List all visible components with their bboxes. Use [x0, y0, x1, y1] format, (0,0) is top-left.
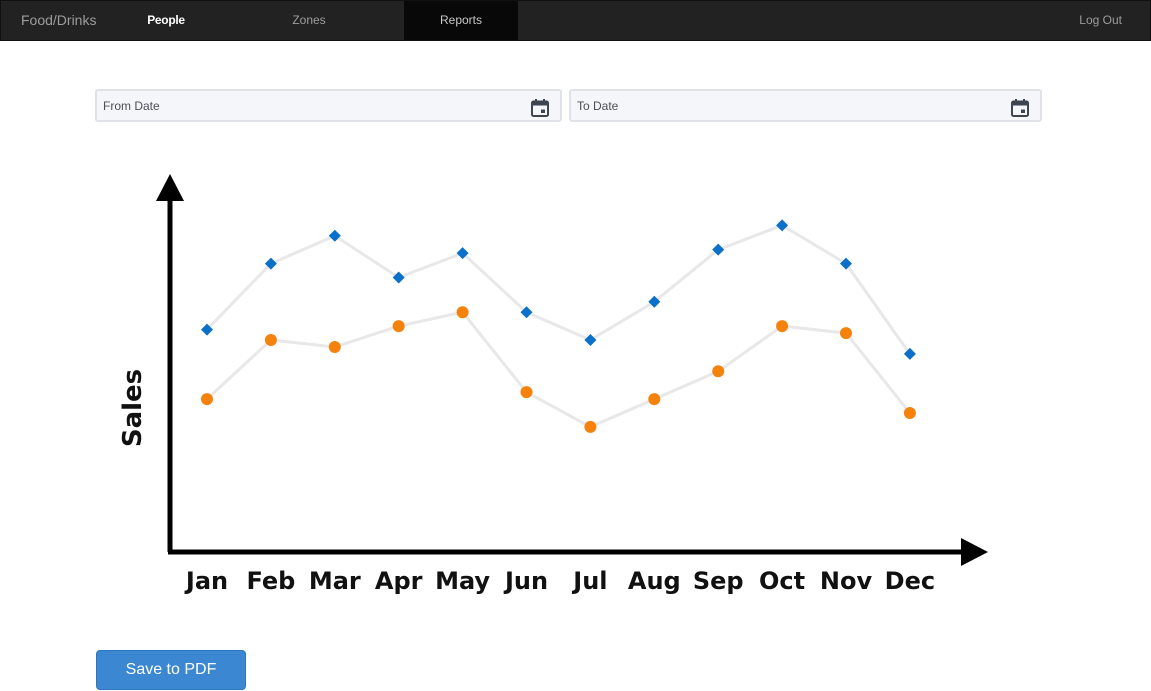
series-2-point-dec — [903, 407, 916, 419]
x-tick-label-feb: Feb — [246, 567, 295, 595]
series-2-line — [205, 310, 912, 429]
x-axis-arrow — [961, 538, 988, 566]
series-2-point-jan — [201, 393, 213, 406]
series-2-point-mar — [328, 340, 341, 353]
x-tick-label-jun: Jun — [503, 567, 548, 595]
series-2-point-aug — [648, 393, 661, 406]
x-tick-label-jan: Jan — [184, 567, 228, 595]
series-2-point-oct — [776, 320, 789, 333]
series-2-point-nov — [840, 327, 852, 340]
x-tick-label-may: May — [435, 567, 490, 595]
series-2-point-jul — [584, 420, 597, 433]
series-2-point-sep — [712, 365, 725, 378]
series-2-point-may — [456, 306, 469, 319]
x-tick-label-mar: Mar — [309, 567, 361, 595]
x-tick-label-nov: Nov — [820, 567, 873, 595]
y-axis-title: Sales — [118, 369, 148, 447]
series-2-point-apr — [392, 320, 405, 333]
x-tick-label-sep: Sep — [693, 567, 744, 595]
series-2-point-feb — [264, 334, 277, 347]
x-tick-label-dec: Dec — [885, 567, 935, 595]
sales-line-chart: Sales Jan Feb Mar Apr May Jun Jul Aug Sep Oct Nov D… — [118, 174, 988, 595]
x-tick-label-aug: Aug — [628, 567, 681, 595]
x-tick-label-jul: Jul — [571, 567, 607, 595]
save-to-pdf-button[interactable]: Save to PDF — [96, 650, 246, 690]
y-axis-arrow — [156, 174, 184, 201]
x-tick-label-oct: Oct — [759, 567, 805, 595]
series-1-line — [205, 223, 912, 355]
chart-axes: Sales — [118, 174, 988, 566]
series-2-point-jun — [520, 386, 533, 399]
x-tick-label-apr: Apr — [375, 567, 423, 595]
